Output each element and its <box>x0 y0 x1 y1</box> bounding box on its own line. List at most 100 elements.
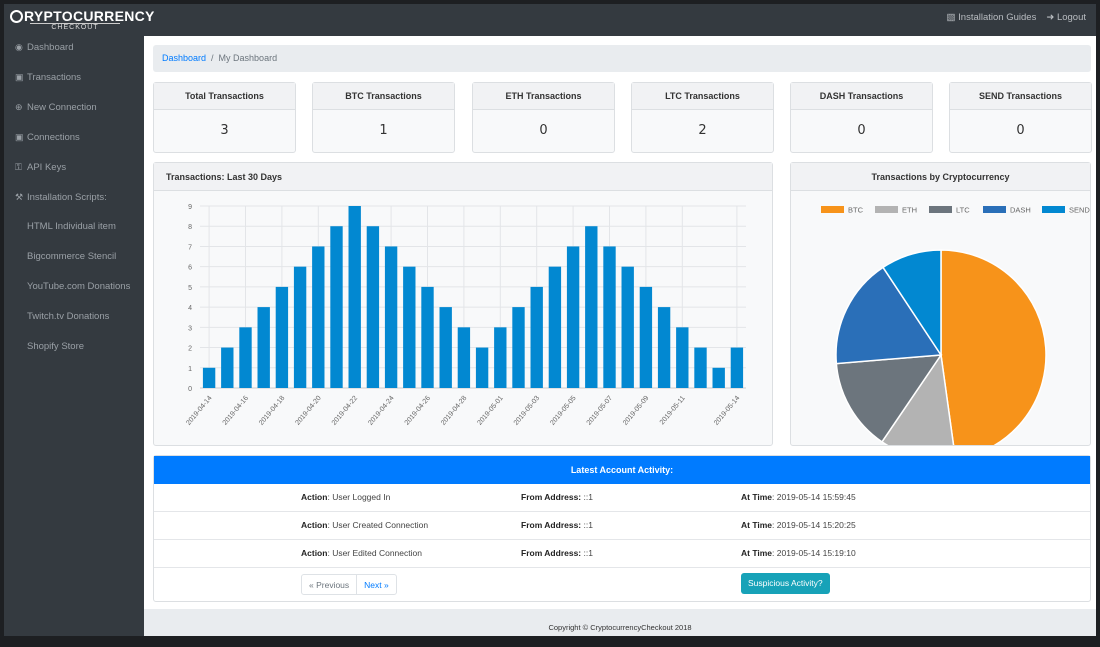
top-navbar: RYPTOCURRENCY CHECKOUT ▧ Installation Gu… <box>4 4 1096 36</box>
legend-label: SEND <box>1069 206 1090 215</box>
bar <box>257 307 270 388</box>
activity-action: Action: User Created Connection <box>301 520 429 530</box>
suspicious-activity-button[interactable]: Suspicious Activity? <box>741 573 830 594</box>
sidebar-item-label: API Keys <box>27 162 67 173</box>
activity-address: From Address: ::1 <box>521 548 593 558</box>
bar <box>494 327 507 388</box>
logo[interactable]: RYPTOCURRENCY CHECKOUT <box>10 9 155 32</box>
sidebar-subitem-bigcommerce[interactable]: Bigcommerce Stencil <box>4 246 144 276</box>
sidebar-subitem-shopify[interactable]: Shopify Store <box>4 336 144 366</box>
legend-swatch <box>821 206 844 213</box>
y-tick-label: 5 <box>188 285 192 292</box>
activity-action: Action: User Edited Connection <box>301 548 422 558</box>
stat-label: ETH Transactions <box>473 83 614 110</box>
sidebar-item-label: New Connection <box>27 102 97 113</box>
bar <box>384 246 398 388</box>
breadcrumb: Dashboard / My Dashboard <box>153 45 1091 72</box>
stat-value: 0 <box>539 123 548 138</box>
sidebar: ◉ Dashboard ▣ Transactions ⊕ New Connection… <box>4 36 144 636</box>
activity-action: Action: User Logged In <box>301 492 391 502</box>
sign-out-icon: ➜ <box>1046 12 1055 23</box>
legend-label: ETH <box>902 206 917 215</box>
sidebar-item-dashboard[interactable]: ◉ Dashboard <box>4 36 144 66</box>
breadcrumb-dashboard-link[interactable]: Dashboard <box>162 53 206 63</box>
bar <box>548 266 562 388</box>
legend-swatch <box>875 206 898 213</box>
sidebar-item-installation-scripts[interactable]: ⚒ Installation Scripts: <box>4 186 144 216</box>
bar <box>366 226 380 388</box>
bar <box>275 286 289 388</box>
x-tick-label: 2019-05-05 <box>549 395 577 427</box>
stat-card-total: Total Transactions 3 <box>153 82 296 153</box>
sidebar-item-connections[interactable]: ▣ Connections <box>4 126 144 156</box>
y-tick-label: 0 <box>188 386 192 393</box>
bar <box>421 286 434 388</box>
bar-chart-title: Transactions: Last 30 Days <box>154 163 772 191</box>
activity-panel: Latest Account Activity: Action: User Lo… <box>153 455 1091 602</box>
stat-label: DASH Transactions <box>791 83 932 110</box>
activity-row: Action: User Edited Connection From Addr… <box>154 540 1090 568</box>
x-tick-label: 2019-04-28 <box>440 395 468 427</box>
logout-link[interactable]: ➜ Logout <box>1046 12 1086 23</box>
x-tick-label: 2019-05-01 <box>476 395 504 427</box>
stat-label: SEND Transactions <box>950 83 1091 110</box>
previous-page-button[interactable]: « Previous <box>302 575 358 594</box>
bar <box>657 307 671 388</box>
y-tick-label: 3 <box>188 325 192 332</box>
x-tick-label: 2019-04-14 <box>185 395 213 427</box>
next-page-button[interactable]: Next » <box>357 575 396 594</box>
sidebar-item-label: Dashboard <box>27 42 74 53</box>
plus-circle-icon: ⊕ <box>15 102 23 112</box>
pie-chart-card: Transactions by Cryptocurrency BTC ETH LTC… <box>790 162 1091 461</box>
bar <box>330 226 343 388</box>
bar <box>439 307 452 388</box>
x-tick-label: 2019-04-24 <box>367 395 395 427</box>
breadcrumb-separator: / <box>211 53 214 63</box>
x-tick-label: 2019-05-09 <box>622 395 650 427</box>
key-icon: ⚿ <box>15 162 22 172</box>
x-tick-label: 2019-05-11 <box>659 395 687 427</box>
sidebar-subitem-twitch[interactable]: Twitch.tv Donations <box>4 306 144 336</box>
x-tick-label: 2019-05-03 <box>513 395 541 427</box>
bar <box>221 347 234 388</box>
activity-title: Latest Account Activity: <box>154 456 1090 484</box>
installation-guides-link[interactable]: ▧ Installation Guides <box>947 12 1037 23</box>
sidebar-item-label: Transactions <box>27 72 82 83</box>
sidebar-item-new-connection[interactable]: ⊕ New Connection <box>4 96 144 126</box>
bar <box>475 347 489 388</box>
bar <box>457 327 471 388</box>
tachometer-icon: ◉ <box>15 42 23 52</box>
sitemap-icon: ▣ <box>15 132 24 142</box>
activity-time: At Time: 2019-05-14 15:20:25 <box>741 520 856 530</box>
x-tick-label: 2019-04-20 <box>294 395 322 427</box>
x-tick-label: 2019-04-26 <box>404 395 432 427</box>
sidebar-item-transactions[interactable]: ▣ Transactions <box>4 66 144 96</box>
y-tick-label: 8 <box>188 224 192 231</box>
sidebar-subitem-html[interactable]: HTML Individual item <box>4 216 144 246</box>
y-tick-label: 6 <box>188 265 192 272</box>
activity-time: At Time: 2019-05-14 15:19:10 <box>741 548 856 558</box>
logout-label: Logout <box>1056 12 1086 23</box>
bar <box>712 367 725 388</box>
stat-card-send: SEND Transactions 0 <box>949 82 1092 153</box>
bar <box>676 327 689 388</box>
stat-card-dash: DASH Transactions 0 <box>790 82 933 153</box>
stat-card-btc: BTC Transactions 1 <box>312 82 455 153</box>
bar <box>512 307 525 388</box>
y-tick-label: 1 <box>188 366 192 373</box>
sidebar-subitem-youtube[interactable]: YouTube.com Donations <box>4 276 144 306</box>
book-icon: ▧ <box>946 12 956 23</box>
x-tick-label: 2019-05-07 <box>586 395 614 427</box>
activity-time: At Time: 2019-05-14 15:59:45 <box>741 492 856 502</box>
pie-slice-btc <box>940 249 1047 460</box>
logo-coin-icon <box>10 10 23 23</box>
sidebar-item-api-keys[interactable]: ⚿ API Keys <box>4 156 144 186</box>
stat-card-eth: ETH Transactions 0 <box>472 82 615 153</box>
bar <box>293 266 307 388</box>
stat-value: 2 <box>698 123 707 138</box>
legend-label: LTC <box>956 206 970 215</box>
bar <box>348 206 361 388</box>
y-tick-label: 4 <box>188 305 192 312</box>
bar-chart: 0 1 2 3 4 5 6 7 8 9 2019-04-14 2019-04-16 2019-04-18… <box>185 204 746 427</box>
x-tick-label: 2019-04-16 <box>222 395 250 427</box>
